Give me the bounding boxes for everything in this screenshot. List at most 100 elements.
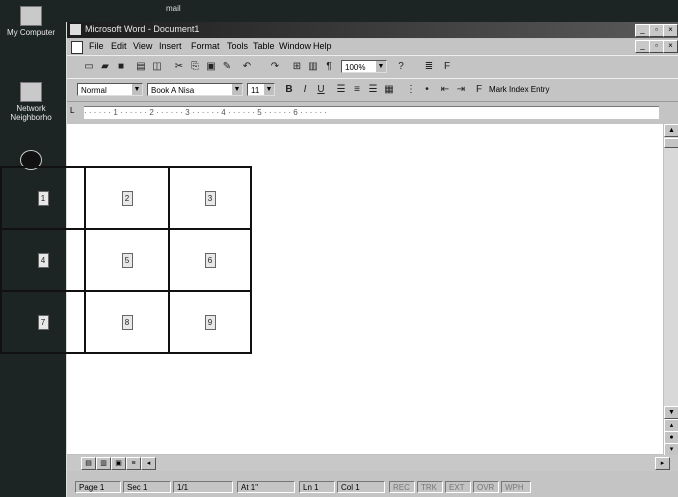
menu-table[interactable]: Table: [253, 41, 275, 51]
table-cell[interactable]: 5: [84, 228, 170, 292]
tab-selector-icon[interactable]: L: [70, 106, 80, 117]
align-left-icon[interactable]: ☰: [333, 82, 349, 97]
redo-icon[interactable]: ↷: [267, 59, 283, 74]
font-value: Book A Nisa: [151, 86, 195, 95]
help-icon[interactable]: ?: [393, 59, 409, 74]
italic-icon[interactable]: I: [297, 82, 313, 97]
decrease-indent-icon[interactable]: ⇤: [437, 82, 453, 97]
status-ext[interactable]: EXT: [445, 481, 471, 493]
menu-bar: File Edit View Insert Format Tools Table…: [67, 39, 678, 54]
status-wph[interactable]: WPH: [501, 481, 531, 493]
scroll-thumb[interactable]: [664, 138, 678, 148]
style-value: Normal: [81, 86, 107, 95]
status-pages: 1/1: [173, 481, 233, 493]
vertical-scrollbar[interactable]: ▲ ▼ ▴ ● ▾: [664, 124, 678, 456]
my-computer-label: My Computer: [6, 28, 55, 37]
network-label: Network Neighborho: [10, 104, 52, 122]
open-icon[interactable]: ▰: [97, 59, 113, 74]
scroll-right-icon[interactable]: ▸: [655, 457, 670, 470]
status-ovr[interactable]: OVR: [473, 481, 499, 493]
print-icon[interactable]: ▤: [133, 59, 149, 74]
new-icon[interactable]: ▭: [81, 59, 97, 74]
align-center-icon[interactable]: ≡: [349, 82, 365, 97]
online-layout-icon[interactable]: ▥: [96, 457, 111, 470]
table-cell[interactable]: 4: [0, 228, 86, 292]
minimize-button[interactable]: _: [635, 24, 650, 37]
status-bar: Page 1 Sec 1 1/1 At 1" Ln 1 Col 1 REC TR…: [67, 471, 678, 497]
ruler[interactable]: L · · · · · · 1 · · · · · · 2 · · · · · …: [67, 101, 678, 124]
font-select[interactable]: Book A Nisa ▼: [147, 83, 243, 96]
numbering-icon[interactable]: ⋮: [403, 82, 419, 97]
cut-icon[interactable]: ✂: [171, 59, 187, 74]
document-table[interactable]: 1 2 3 4 5 6 7 8 9: [0, 166, 252, 354]
justify-icon[interactable]: ▦: [381, 82, 397, 97]
font-size-value: 11: [251, 86, 260, 95]
insert-table-icon[interactable]: ⊞: [289, 59, 305, 74]
table-cell[interactable]: 3: [168, 166, 252, 230]
chevron-down-icon: ▼: [264, 84, 274, 95]
increase-indent-icon[interactable]: ⇥: [453, 82, 469, 97]
status-trk[interactable]: TRK: [417, 481, 443, 493]
doc-close-button[interactable]: ×: [663, 40, 678, 53]
my-computer-icon[interactable]: My Computer: [0, 6, 62, 37]
table-cell[interactable]: 1: [0, 166, 86, 230]
network-neighborhood-icon[interactable]: Network Neighborho: [0, 82, 62, 122]
mark-index-button[interactable]: Mark Index Entry: [489, 85, 549, 94]
save-icon[interactable]: ■: [113, 59, 129, 74]
doc-minimize-button[interactable]: _: [635, 40, 650, 53]
cell-number: 4: [37, 252, 49, 268]
show-hide-icon[interactable]: ¶: [321, 59, 337, 74]
cell-number: 8: [121, 314, 133, 330]
paste-icon[interactable]: ▣: [203, 59, 219, 74]
normal-view-icon[interactable]: ▤: [81, 457, 96, 470]
menu-window[interactable]: Window: [279, 41, 311, 51]
align-right-icon[interactable]: ☰: [365, 82, 381, 97]
form-field-icon[interactable]: F: [471, 82, 487, 97]
font-size-select[interactable]: 11 ▼: [247, 83, 275, 96]
horizontal-scrollbar[interactable]: ▤ ▥ ▣ ≡ ◂ ▸: [67, 455, 678, 471]
table-row: 1 2 3: [0, 166, 252, 230]
table-cell[interactable]: 2: [84, 166, 170, 230]
table-cell[interactable]: 7: [0, 290, 86, 354]
menu-insert[interactable]: Insert: [159, 41, 182, 51]
close-button[interactable]: ×: [663, 24, 678, 37]
bold-icon[interactable]: B: [281, 82, 297, 97]
cell-number: 9: [204, 314, 216, 330]
bullets-icon[interactable]: •: [419, 82, 435, 97]
copy-icon[interactable]: ⎘: [187, 59, 203, 74]
table-row: 4 5 6: [0, 228, 252, 292]
table-cell[interactable]: 6: [168, 228, 252, 292]
menu-format[interactable]: Format: [191, 41, 220, 51]
cell-number: 2: [121, 190, 133, 206]
underline-icon[interactable]: U: [313, 82, 329, 97]
restore-button[interactable]: ▫: [649, 24, 664, 37]
zoom-value: 100%: [345, 63, 366, 72]
scroll-up-icon[interactable]: ▲: [664, 124, 678, 137]
page-layout-icon[interactable]: ▣: [111, 457, 126, 470]
scroll-left-icon[interactable]: ◂: [141, 457, 156, 470]
undo-icon[interactable]: ↶: [239, 59, 255, 74]
outline-view-icon[interactable]: ≡: [126, 457, 141, 470]
style-select[interactable]: Normal ▼: [77, 83, 143, 96]
format-painter-icon[interactable]: ✎: [219, 59, 235, 74]
menu-help[interactable]: Help: [313, 41, 332, 51]
standard-toolbar: ▭ ▰ ■ ▤ ◫ ✂ ⎘ ▣ ✎ ↶ ↷ ⊞ ▥ ¶ 100% ▼ ? ≣ F: [67, 55, 678, 78]
print-preview-icon[interactable]: ◫: [149, 59, 165, 74]
scroll-down-icon[interactable]: ▼: [664, 406, 678, 419]
table-cell[interactable]: 8: [84, 290, 170, 354]
cell-number: 7: [37, 314, 49, 330]
chevron-down-icon: ▼: [376, 61, 386, 72]
doc-restore-button[interactable]: ▫: [649, 40, 664, 53]
menu-tools[interactable]: Tools: [227, 41, 248, 51]
outline-icon[interactable]: ≣: [421, 59, 437, 74]
chevron-down-icon: ▼: [132, 84, 142, 95]
zoom-select[interactable]: 100% ▼: [341, 60, 387, 73]
menu-file[interactable]: File: [89, 41, 104, 51]
table-cell[interactable]: 9: [168, 290, 252, 354]
status-rec[interactable]: REC: [389, 481, 415, 493]
status-at: At 1": [237, 481, 295, 493]
columns-icon[interactable]: ▥: [305, 59, 321, 74]
form-icon[interactable]: F: [439, 59, 455, 74]
menu-view[interactable]: View: [133, 41, 152, 51]
menu-edit[interactable]: Edit: [111, 41, 127, 51]
